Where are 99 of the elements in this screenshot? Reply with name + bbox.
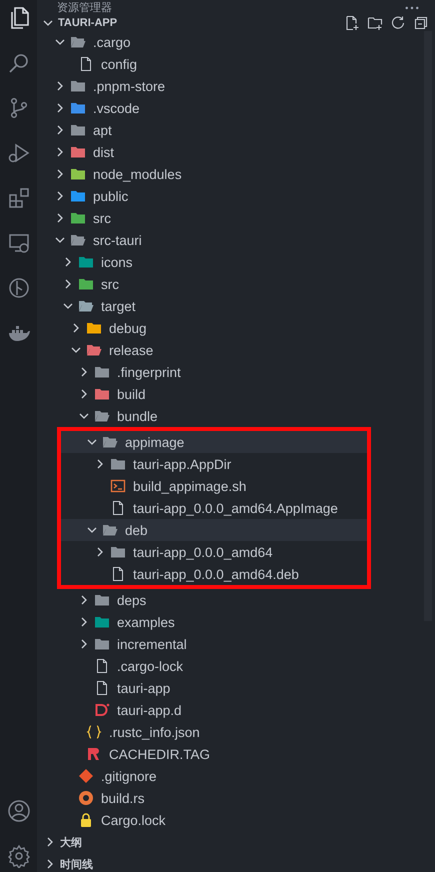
collapse-all-icon[interactable] (413, 15, 429, 31)
file-name: incremental (117, 636, 187, 652)
account-icon[interactable] (6, 799, 30, 823)
file-name: .pnpm-store (93, 78, 166, 94)
file-name: release (109, 342, 154, 358)
tree-item[interactable]: apt (37, 119, 435, 141)
tree-item[interactable]: incremental (37, 633, 435, 655)
diamond-icon (78, 768, 94, 784)
tree-item[interactable]: build (37, 383, 435, 405)
file-name: build_appimage.sh (133, 478, 246, 494)
tree-item[interactable]: CACHEDIR.TAG (37, 743, 435, 765)
tree-item[interactable]: appimage (61, 431, 367, 453)
tree-item[interactable]: tauri-app_0.0.0_amd64.AppImage (61, 497, 367, 519)
tree-item[interactable]: bundle (37, 405, 435, 427)
tree-item[interactable]: config (37, 53, 435, 75)
file-name: tauri-app.d (117, 702, 182, 718)
file-name: .rustc_info.json (109, 724, 200, 740)
tree-item[interactable]: tauri-app_0.0.0_amd64.deb (61, 563, 367, 585)
section-title[interactable]: 时间线 (60, 856, 93, 872)
file-name: src-tauri (93, 232, 142, 248)
file-name: config (101, 56, 138, 72)
file-name: examples (117, 614, 175, 630)
file-icon (78, 56, 94, 72)
file-name: .cargo (93, 34, 131, 50)
file-icon (94, 658, 110, 674)
new-folder-icon[interactable] (367, 15, 383, 31)
tree-item[interactable]: .cargo (37, 31, 435, 53)
run-debug-icon[interactable] (6, 141, 30, 165)
extensions-icon[interactable] (6, 186, 30, 210)
tree-item[interactable]: build.rs (37, 787, 435, 809)
more-icon[interactable] (405, 6, 419, 10)
tree-item[interactable]: deps (37, 589, 435, 611)
tree-item[interactable]: src-tauri (37, 229, 435, 251)
file-icon (110, 500, 126, 516)
file-name: bundle (117, 408, 158, 424)
new-file-icon[interactable] (344, 15, 360, 31)
file-name: .gitignore (101, 768, 157, 784)
tree-item[interactable]: src (37, 207, 435, 229)
tree-item[interactable]: .pnpm-store (37, 75, 435, 97)
tag-icon (86, 746, 102, 762)
tree-item[interactable]: build_appimage.sh (61, 475, 367, 497)
tree-item[interactable]: Cargo.lock (37, 809, 435, 831)
braces-icon (86, 724, 102, 740)
settings-icon[interactable] (6, 844, 30, 868)
tree-item[interactable]: target (37, 295, 435, 317)
tree-item[interactable]: deb (61, 519, 367, 541)
tree-item[interactable]: node_modules (37, 163, 435, 185)
search-icon[interactable] (6, 51, 30, 75)
file-name: tauri-app_0.0.0_amd64 (133, 544, 273, 560)
file-name: .vscode (93, 100, 140, 116)
document-icon (94, 702, 110, 718)
tree-item[interactable]: release (37, 339, 435, 361)
file-name: debug (109, 320, 147, 336)
section-title[interactable]: 大纲 (60, 834, 82, 850)
cog-icon (78, 790, 94, 806)
file-name: deps (117, 592, 146, 608)
tree-item[interactable]: tauri-app (37, 677, 435, 699)
tree-item[interactable]: tauri-app_0.0.0_amd64 (61, 541, 367, 563)
file-name: CACHEDIR.TAG (109, 746, 210, 762)
file-name: src (93, 210, 111, 226)
workspace-name[interactable]: TAURI-APP (58, 17, 118, 29)
file-name: build (117, 386, 146, 402)
tree-item[interactable]: .vscode (37, 97, 435, 119)
file-name: .fingerprint (117, 364, 181, 380)
padlock-icon (78, 812, 94, 828)
file-name: build.rs (101, 790, 145, 806)
terminal-icon (110, 478, 126, 494)
file-name: .cargo-lock (117, 658, 184, 674)
tree-item[interactable]: debug (37, 317, 435, 339)
file-name: icons (101, 254, 133, 270)
refresh-icon[interactable] (390, 15, 406, 31)
panel-title: 资源管理器 (57, 1, 112, 15)
file-name: src (101, 276, 119, 292)
tree-item[interactable]: examples (37, 611, 435, 633)
file-name: node_modules (93, 166, 182, 182)
file-name: Cargo.lock (101, 812, 166, 828)
tree-item[interactable]: tauri-app.AppDir (61, 453, 367, 475)
file-name: tauri-app (117, 680, 170, 696)
file-name: tauri-app.AppDir (133, 456, 232, 472)
file-name: dist (93, 144, 114, 160)
tree-item[interactable]: .gitignore (37, 765, 435, 787)
tree-item[interactable]: src (37, 273, 435, 295)
file-name: deb (125, 522, 148, 538)
file-icon (94, 680, 110, 696)
file-name: tauri-app_0.0.0_amd64.deb (133, 566, 299, 582)
file-name: tauri-app_0.0.0_amd64.AppImage (133, 500, 338, 516)
tree-item[interactable]: .cargo-lock (37, 655, 435, 677)
git-graph-icon[interactable] (6, 276, 30, 300)
tree-item[interactable]: .fingerprint (37, 361, 435, 383)
file-name: public (93, 188, 128, 204)
tree-item[interactable]: .rustc_info.json (37, 721, 435, 743)
tree-item[interactable]: dist (37, 141, 435, 163)
file-name: target (101, 298, 136, 314)
tree-item[interactable]: public (37, 185, 435, 207)
file-icon (110, 566, 126, 582)
file-name: apt (93, 122, 112, 138)
file-name: appimage (125, 434, 184, 450)
tree-item[interactable]: icons (37, 251, 435, 273)
tree-item[interactable]: tauri-app.d (37, 699, 435, 721)
